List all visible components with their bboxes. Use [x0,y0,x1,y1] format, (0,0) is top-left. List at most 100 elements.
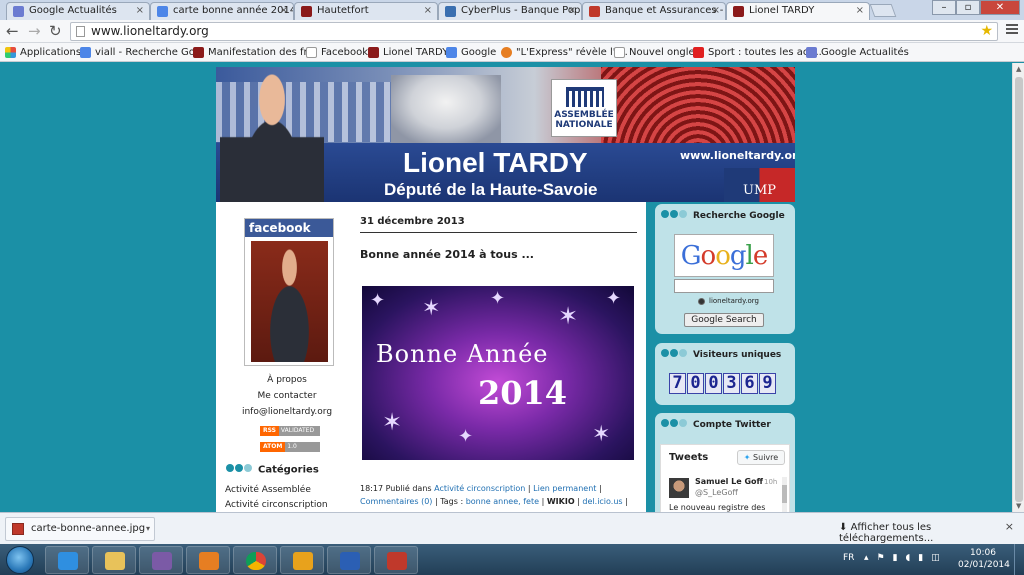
show-all-downloads-link[interactable]: ⬇ Afficher tous les téléchargements... [839,522,1024,544]
delicious-link[interactable]: del.icio.us [582,497,622,506]
tweet-scrollbar[interactable] [782,477,787,512]
category-link[interactable]: Activité circonscription [434,484,525,493]
chrome-menu-icon[interactable] [1006,24,1018,36]
facebook-widget[interactable]: facebook [244,218,334,366]
bookmark-google[interactable]: Google [446,46,496,59]
chevron-down-icon[interactable]: ▾ [146,518,150,540]
tweet-author[interactable]: Samuel Le Goff [695,477,763,486]
page-icon [614,47,625,58]
statue-image [391,75,501,143]
post-title[interactable]: Bonne année 2014 à tous ... [360,248,534,261]
show-desktop-button[interactable] [1014,544,1024,575]
page-scrollbar[interactable]: ▲ ▼ [1012,63,1024,512]
google-search-input[interactable] [674,279,774,293]
tweet-handle[interactable]: @S_LeGoff [695,488,738,497]
bookmark-manifestation[interactable]: Manifestation des fr... [193,46,316,59]
window-close-icon[interactable]: ✕ [980,0,1020,15]
chrome-icon [246,552,266,570]
bullet-dots-icon [661,349,688,360]
scroll-down-icon[interactable]: ▼ [1016,502,1021,510]
banner-url[interactable]: www.lioneltardy.org [680,149,795,162]
close-tab-icon[interactable]: × [712,3,720,19]
start-button[interactable] [6,546,34,574]
facebook-profile-photo[interactable] [251,241,328,362]
site-radio[interactable]: lioneltardy.org [698,297,759,305]
taskbar-explorer[interactable] [92,546,136,574]
close-tab-icon[interactable]: × [136,3,144,19]
bank-icon [589,6,600,17]
page-icon [306,47,317,58]
site-banner: ASSEMBLÉE NATIONALE Lionel TARDY Député … [216,67,795,202]
google-search-button[interactable]: Google Search [684,313,764,327]
close-tab-icon[interactable]: × [568,3,576,19]
taskbar-app3[interactable] [139,546,183,574]
apps-grid-icon [5,47,16,58]
bookmark-google-actualites[interactable]: Google Actualités [806,46,909,59]
close-download-bar-icon[interactable]: × [1005,520,1014,533]
assemblee-nationale-logo: ASSEMBLÉE NATIONALE [551,79,617,137]
bookmark-viall[interactable]: viall - Recherche Go... [80,46,204,59]
bullet-dots-icon [226,464,253,475]
category-activite-circonscription[interactable]: Activité circonscription [225,500,328,510]
close-tab-icon[interactable]: × [280,3,288,19]
system-tray-icons[interactable]: ▴⚑▮◖▮◫ [864,553,948,563]
twitter-timeline[interactable]: Tweets ✦ Suivre Samuel Le Goff 10h @S_Le… [660,444,790,512]
link-me-contacter[interactable]: Me contacter [216,391,358,401]
avatar[interactable] [669,478,689,498]
bookmark-nouvel-onglet[interactable]: Nouvel onglet [614,46,699,59]
permalink[interactable]: Lien permanent [533,484,596,493]
bullet-dots-icon [661,419,688,430]
atom-badge[interactable]: ATOM 1.0 [260,442,320,452]
address-bar[interactable]: www.lioneltardy.org ★ [70,22,998,41]
tags-link[interactable]: bonne annee, fete [466,497,539,506]
categories-heading: Catégories [226,464,319,476]
bookmark-star-icon[interactable]: ★ [980,23,993,40]
tab-google-actualites[interactable]: Google Actualités × [6,2,150,20]
taskbar-outlook[interactable] [280,546,324,574]
taskbar-app8[interactable] [374,546,418,574]
close-tab-icon[interactable]: × [856,3,864,19]
back-arrow-icon[interactable]: ← [6,23,19,39]
language-indicator[interactable]: FR [843,553,854,563]
rss-badge[interactable]: RSS VALIDATED [260,426,320,436]
tab-banque-assurances[interactable]: Banque et Assurances - C × [582,2,726,20]
tab-label: carte bonne année 2014 - [173,5,294,16]
post-image[interactable]: ✦ ✶ ✦ ✶ ✦ ✶ ✦ ✶ Bonne Année 2014 [362,286,634,460]
new-tab-button[interactable] [869,4,897,17]
tab-cyberplus[interactable]: CyberPlus - Banque Popu × [438,2,582,20]
folder-icon [105,552,125,570]
scroll-up-icon[interactable]: ▲ [1016,65,1021,73]
tab-hautetfort[interactable]: Hautetfort × [294,2,438,20]
app-icon [152,552,172,570]
bookmark-sport[interactable]: Sport : toutes les act... [693,46,822,59]
category-activite-assemblee[interactable]: Activité Assemblée [225,485,311,495]
close-tab-icon[interactable]: × [424,3,432,19]
minimize-icon[interactable]: – [932,0,956,15]
taskbar-ie[interactable] [45,546,89,574]
follow-button[interactable]: ✦ Suivre [737,450,785,465]
tab-lionel-tardy[interactable]: Lionel TARDY × [726,2,870,21]
maximize-icon[interactable]: ▫ [956,0,980,15]
post-date: 31 décembre 2013 [360,216,637,233]
link-a-propos[interactable]: À propos [216,375,358,385]
taskbar-media[interactable] [186,546,230,574]
download-item[interactable]: carte-bonne-annee.jpg ▾ [5,517,155,541]
system-clock[interactable]: 10:06 02/01/2014 [958,547,1010,571]
taskbar-word[interactable] [327,546,371,574]
bookmark-lionel-tardy[interactable]: Lionel TARDY [368,46,448,59]
tab-carte-bonne-annee[interactable]: carte bonne année 2014 - × [150,2,294,20]
scrollbar-thumb[interactable] [1015,77,1023,502]
wikio-button[interactable]: WIKIO [547,497,575,506]
taskbar-chrome[interactable] [233,546,277,574]
visitors-widget: Visiteurs uniques 7 0 0 3 6 9 [655,343,795,405]
comments-link[interactable]: Commentaires (0) [360,497,432,506]
outlook-icon [293,552,313,570]
forward-arrow-icon[interactable]: → [28,23,41,39]
bookmark-lexpress[interactable]: "L'Express" révèle l'i... [501,46,628,59]
reload-icon[interactable]: ↻ [49,23,62,39]
link-email[interactable]: info@lioneltardy.org [216,407,358,417]
download-arrow-icon: ⬇ [839,522,851,533]
bookmark-applications[interactable]: Applications [5,46,81,59]
bookmark-facebook[interactable]: Facebook [306,46,368,59]
sparkle-icon: ✶ [422,296,441,321]
